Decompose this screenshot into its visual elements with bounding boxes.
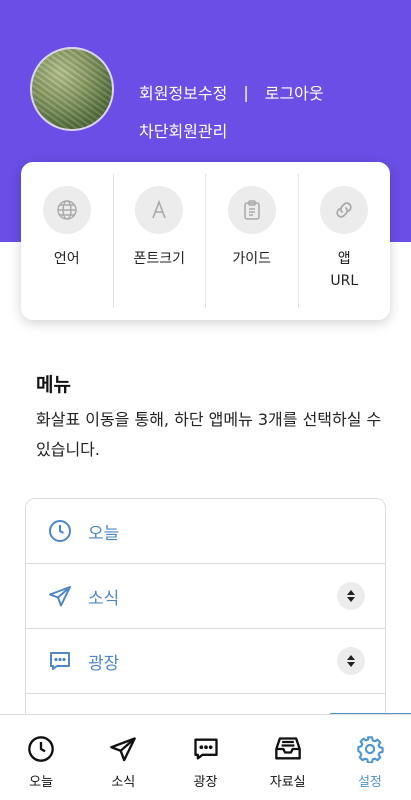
tab-news[interactable]: 소식 xyxy=(82,715,164,800)
sort-arrows-icon[interactable] xyxy=(337,582,365,610)
menu-section-title: 메뉴 xyxy=(36,374,71,396)
quick-menu-font-size[interactable]: 폰트크기 xyxy=(112,174,206,308)
clock-icon xyxy=(28,736,54,762)
quick-menu-app-url[interactable]: 앱 URL xyxy=(297,174,391,308)
list-item[interactable]: 광장 xyxy=(26,629,385,694)
blocked-members-link[interactable]: 차단회원관리 xyxy=(139,118,227,142)
link-icon xyxy=(320,186,369,234)
logout-link[interactable]: 로그아웃 xyxy=(265,80,324,104)
paper-plane-icon xyxy=(46,582,74,610)
menu-section-description: 화살표 이동을 통해, 하단 앱메뉴 3개를 선택하실 수 있습니다. xyxy=(36,410,382,459)
quick-menu-label: 폰트크기 xyxy=(133,251,186,267)
quick-menu-language[interactable]: 언어 xyxy=(21,174,113,308)
list-item-label: 소식 xyxy=(88,588,120,609)
clock-icon xyxy=(46,517,74,545)
tab-label: 오늘 xyxy=(29,775,54,790)
paper-plane-icon xyxy=(110,737,137,762)
quick-menu-label: 앱 URL xyxy=(330,251,359,289)
quick-menu-label: 언어 xyxy=(53,251,80,267)
chat-bubble-icon xyxy=(46,647,74,675)
quick-menu-guide[interactable]: 가이드 xyxy=(205,174,298,308)
globe-icon xyxy=(42,186,91,234)
bottom-tab-bar: 오늘 소식 광장 자료실 설정 xyxy=(0,714,411,800)
tab-label: 자료실 xyxy=(269,775,306,790)
gear-icon xyxy=(357,736,384,763)
quick-menu-card: 언어 폰트크기 가이드 앱 URL xyxy=(21,162,390,320)
avatar[interactable] xyxy=(30,47,114,131)
list-item-label: 오늘 xyxy=(88,523,120,544)
chat-bubble-icon xyxy=(193,738,218,760)
link-separator: | xyxy=(243,82,249,102)
archive-tray-icon xyxy=(274,737,301,760)
clipboard-icon xyxy=(227,186,276,234)
font-a-icon xyxy=(135,186,184,234)
tab-today[interactable]: 오늘 xyxy=(0,715,82,800)
sort-arrows-icon[interactable] xyxy=(337,647,365,675)
edit-profile-link[interactable]: 회원정보수정 xyxy=(139,80,227,104)
account-links: 회원정보수정 | 로그아웃 xyxy=(139,80,324,104)
tab-label: 소식 xyxy=(111,775,136,790)
quick-menu-label: 가이드 xyxy=(232,251,272,267)
tab-archive[interactable]: 자료실 xyxy=(247,715,329,800)
list-item-label: 광장 xyxy=(88,653,120,674)
list-item[interactable]: 소식 xyxy=(26,564,385,629)
tab-label: 광장 xyxy=(193,775,218,790)
tab-settings[interactable]: 설정 xyxy=(329,715,411,800)
tab-square[interactable]: 광장 xyxy=(164,715,246,800)
menu-order-list: 오늘 소식 광장 xyxy=(25,498,386,728)
list-item[interactable]: 오늘 xyxy=(26,499,385,564)
tab-label: 설정 xyxy=(357,775,382,790)
